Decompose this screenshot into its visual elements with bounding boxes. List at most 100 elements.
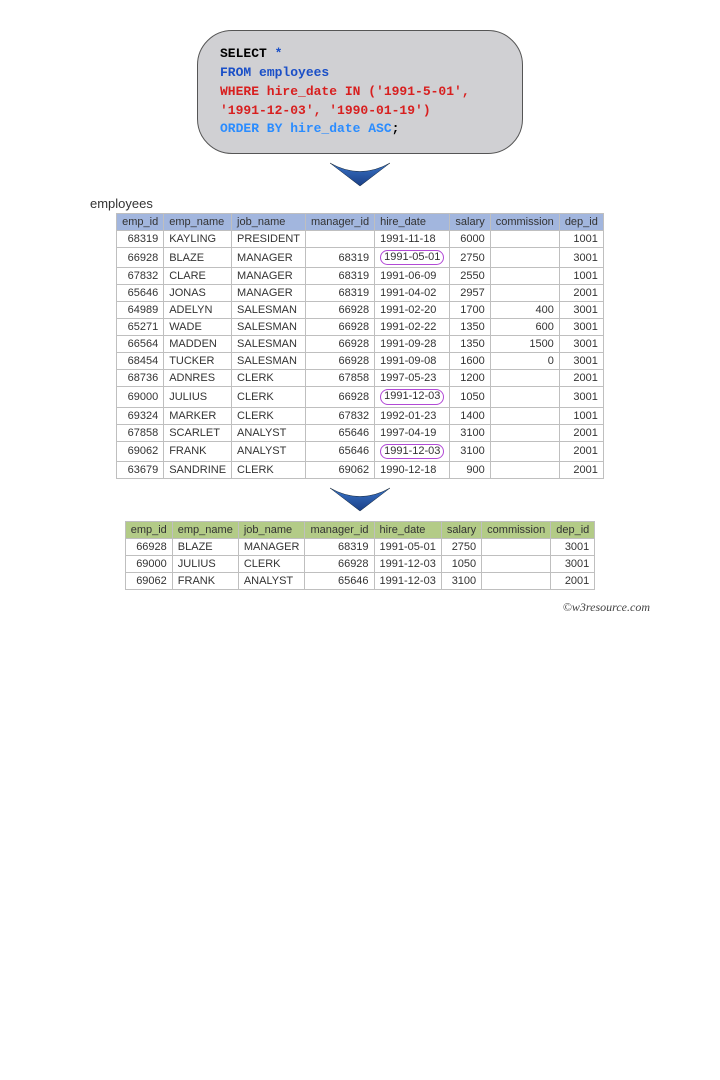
cell-salary: 1050: [450, 387, 490, 407]
cell-dep_id: 3001: [559, 387, 603, 407]
cell-emp_name: ADNRES: [164, 370, 232, 387]
col-header-commission: commission: [490, 214, 559, 231]
table-row: 69062FRANKANALYST656461991-12-0331002001: [125, 572, 595, 589]
cell-commission: [490, 285, 559, 302]
cell-emp_id: 69000: [125, 555, 172, 572]
table-row: 68454TUCKERSALESMAN669281991-09-08160003…: [117, 353, 604, 370]
cell-salary: 6000: [450, 231, 490, 248]
col-header-emp_id: emp_id: [117, 214, 164, 231]
cell-salary: 1700: [450, 302, 490, 319]
cell-job_name: CLERK: [238, 555, 305, 572]
cell-job_name: PRESIDENT: [232, 231, 306, 248]
cell-emp_name: FRANK: [172, 572, 238, 589]
sql-line-5: ORDER BY hire_date ASC;: [220, 120, 500, 139]
cell-emp_name: SCARLET: [164, 424, 232, 441]
cell-emp_name: JULIUS: [164, 387, 232, 407]
cell-salary: 2750: [441, 538, 481, 555]
cell-dep_id: 3001: [551, 538, 595, 555]
cell-commission: [490, 231, 559, 248]
cell-job_name: SALESMAN: [232, 336, 306, 353]
cell-job_name: ANALYST: [232, 441, 306, 461]
cell-salary: 900: [450, 461, 490, 478]
table-row: 66928BLAZEMANAGER683191991-05-0127503001: [125, 538, 595, 555]
sql-query-bubble: SELECT * FROM employees WHERE hire_date …: [197, 30, 523, 154]
cell-commission: [490, 461, 559, 478]
col-header-job_name: job_name: [238, 521, 305, 538]
col-header-salary: salary: [450, 214, 490, 231]
table-row: 63679SANDRINECLERK690621990-12-189002001: [117, 461, 604, 478]
cell-dep_id: 3001: [559, 248, 603, 268]
col-header-manager_id: manager_id: [306, 214, 375, 231]
cell-salary: 2550: [450, 268, 490, 285]
cell-job_name: ANALYST: [238, 572, 305, 589]
cell-dep_id: 1001: [559, 407, 603, 424]
cell-manager_id: 65646: [305, 572, 374, 589]
cell-manager_id: 66928: [305, 555, 374, 572]
cell-emp_id: 66928: [125, 538, 172, 555]
cell-emp_id: 67858: [117, 424, 164, 441]
cell-commission: 1500: [490, 336, 559, 353]
cell-hire_date: 1991-06-09: [375, 268, 450, 285]
cell-job_name: MANAGER: [232, 285, 306, 302]
highlighted-date: 1991-12-03: [380, 389, 444, 404]
cell-manager_id: 67832: [306, 407, 375, 424]
col-header-emp_name: emp_name: [172, 521, 238, 538]
cell-dep_id: 2001: [559, 461, 603, 478]
cell-commission: [490, 441, 559, 461]
cell-emp_name: MARKER: [164, 407, 232, 424]
cell-salary: 2957: [450, 285, 490, 302]
cell-dep_id: 1001: [559, 268, 603, 285]
col-header-job_name: job_name: [232, 214, 306, 231]
cell-emp_name: WADE: [164, 319, 232, 336]
cell-emp_id: 68736: [117, 370, 164, 387]
cell-emp_id: 65646: [117, 285, 164, 302]
cell-hire_date: 1991-12-03: [375, 441, 450, 461]
cell-emp_id: 68319: [117, 231, 164, 248]
cell-hire_date: 1991-12-03: [375, 387, 450, 407]
cell-dep_id: 2001: [559, 441, 603, 461]
cell-dep_id: 2001: [559, 285, 603, 302]
arrow-down-icon: [30, 483, 690, 513]
cell-hire_date: 1997-05-23: [375, 370, 450, 387]
cell-salary: 3100: [450, 441, 490, 461]
cell-hire_date: 1991-02-20: [375, 302, 450, 319]
highlighted-date: 1991-12-03: [380, 444, 444, 459]
table-row: 65271WADESALESMAN669281991-02-2213506003…: [117, 319, 604, 336]
cell-emp_name: BLAZE: [172, 538, 238, 555]
cell-job_name: CLERK: [232, 370, 306, 387]
cell-salary: 3100: [450, 424, 490, 441]
table-row: 69062FRANKANALYST656461991-12-0331002001: [117, 441, 604, 461]
cell-emp_name: ADELYN: [164, 302, 232, 319]
arrow-down-icon: [30, 158, 690, 188]
cell-dep_id: 1001: [559, 231, 603, 248]
cell-manager_id: 66928: [306, 353, 375, 370]
cell-emp_id: 64989: [117, 302, 164, 319]
cell-manager_id: 68319: [305, 538, 374, 555]
cell-emp_name: BLAZE: [164, 248, 232, 268]
cell-commission: [490, 248, 559, 268]
cell-commission: [490, 268, 559, 285]
col-header-emp_id: emp_id: [125, 521, 172, 538]
col-header-manager_id: manager_id: [305, 521, 374, 538]
cell-hire_date: 1997-04-19: [375, 424, 450, 441]
cell-manager_id: 66928: [306, 387, 375, 407]
cell-hire_date: 1991-09-08: [375, 353, 450, 370]
cell-commission: [482, 555, 551, 572]
table-row: 69000JULIUSCLERK669281991-12-0310503001: [125, 555, 595, 572]
cell-commission: [490, 407, 559, 424]
col-header-hire_date: hire_date: [374, 521, 441, 538]
col-header-emp_name: emp_name: [164, 214, 232, 231]
cell-salary: 1600: [450, 353, 490, 370]
table-row: 69324MARKERCLERK678321992-01-2314001001: [117, 407, 604, 424]
cell-salary: 1350: [450, 336, 490, 353]
cell-hire_date: 1991-05-01: [374, 538, 441, 555]
cell-job_name: MANAGER: [232, 268, 306, 285]
table-row: 66564MADDENSALESMAN669281991-09-28135015…: [117, 336, 604, 353]
sql-line-3: WHERE hire_date IN ('1991-5-01',: [220, 83, 500, 102]
table-row: 69000JULIUSCLERK669281991-12-0310503001: [117, 387, 604, 407]
cell-job_name: CLERK: [232, 387, 306, 407]
col-header-salary: salary: [441, 521, 481, 538]
cell-manager_id: 66928: [306, 319, 375, 336]
table-row: 68736ADNRESCLERK678581997-05-2312002001: [117, 370, 604, 387]
cell-job_name: MANAGER: [232, 248, 306, 268]
